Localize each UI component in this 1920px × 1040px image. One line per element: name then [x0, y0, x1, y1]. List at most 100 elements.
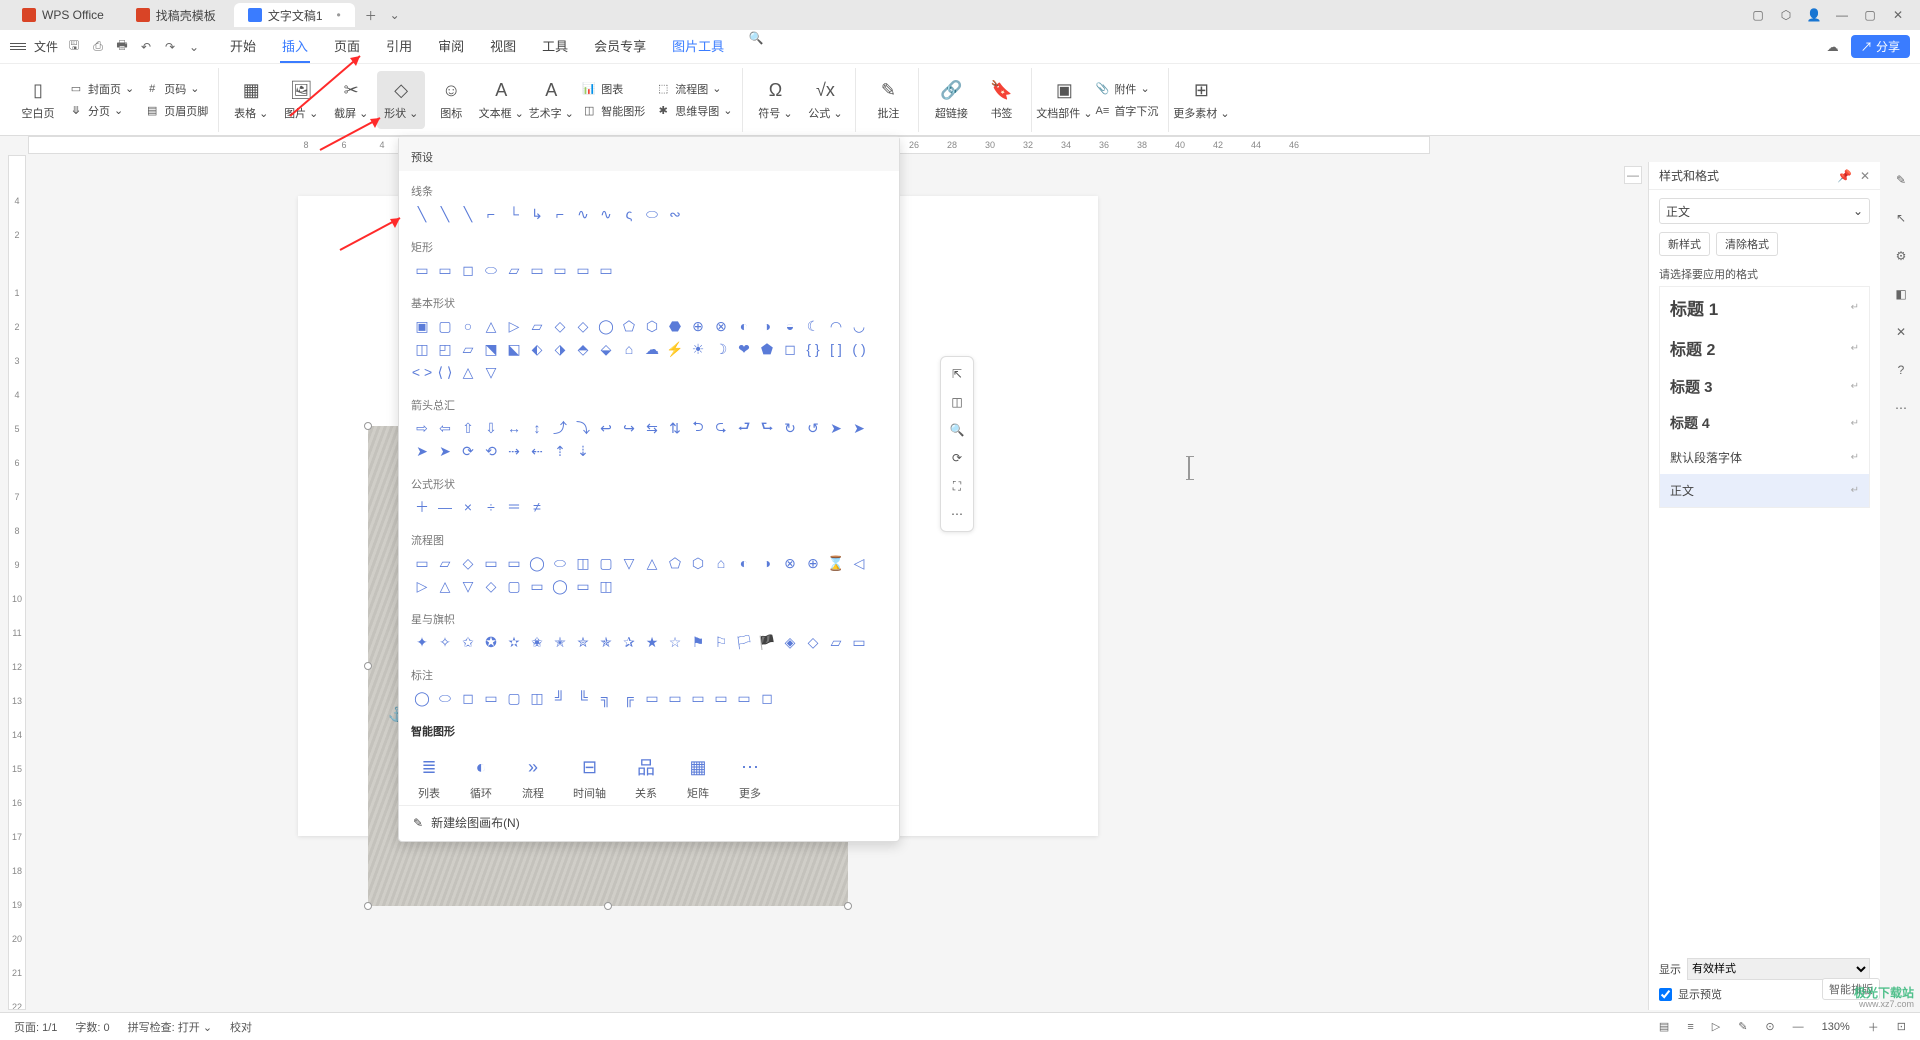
tab-start[interactable]: 开始	[228, 30, 258, 63]
shape-item[interactable]: ◈	[779, 631, 801, 653]
resize-handle[interactable]	[364, 662, 372, 670]
file-menu[interactable]: 文件	[34, 38, 58, 55]
shape-item[interactable]: ⇅	[664, 417, 686, 439]
pencil-tool-icon[interactable]: ✎	[1891, 170, 1911, 190]
zoom-out-button[interactable]: ―	[1793, 1021, 1804, 1033]
document-canvas[interactable]: ⚓ ↲	[28, 156, 1886, 1010]
save-icon[interactable]: 🖫	[66, 39, 82, 55]
shape-item[interactable]: ⇣	[572, 440, 594, 462]
shape-item[interactable]: ◰	[434, 338, 456, 360]
shape-item[interactable]: ⬣	[664, 315, 686, 337]
shape-item[interactable]: ⌛	[825, 552, 847, 574]
shape-item[interactable]: ⊗	[710, 315, 732, 337]
bookmark-button[interactable]: 🔖书签	[977, 71, 1025, 129]
shape-item[interactable]: ✭	[549, 631, 571, 653]
table-button[interactable]: ▦表格 ⌄	[227, 71, 275, 129]
smart-shape-时间轴[interactable]: ⊟时间轴	[573, 755, 606, 801]
current-style-select[interactable]: 正文⌄	[1659, 198, 1870, 224]
shape-item[interactable]: ◻	[457, 259, 479, 281]
shape-item[interactable]: ╝	[549, 687, 571, 709]
shape-item[interactable]: ▭	[503, 552, 525, 574]
smart-shape-列表[interactable]: ≣列表	[417, 755, 441, 801]
shape-item[interactable]: ◯	[411, 687, 433, 709]
shape-item[interactable]: 🏳	[733, 631, 755, 653]
tab-review[interactable]: 审阅	[436, 30, 466, 63]
shape-item[interactable]: ◻	[457, 687, 479, 709]
settings-icon[interactable]: ⚙	[1891, 246, 1911, 266]
shapes-button[interactable]: ◇形状 ⌄	[377, 71, 425, 129]
shape-item[interactable]: ◯	[549, 575, 571, 597]
shape-item[interactable]: ▭	[480, 687, 502, 709]
style-item[interactable]: 标题 1↵	[1660, 287, 1869, 328]
page-number-button[interactable]: #页码 ⌄	[140, 79, 212, 99]
shape-item[interactable]: ↪	[618, 417, 640, 439]
shape-item[interactable]: ▢	[595, 552, 617, 574]
view-print-icon[interactable]: ▤	[1659, 1020, 1669, 1033]
shape-item[interactable]: ◐	[733, 552, 755, 574]
shape-item[interactable]: ○	[457, 315, 479, 337]
icons-button[interactable]: ☺图标	[427, 71, 475, 129]
style-item[interactable]: 标题 2↵	[1660, 328, 1869, 368]
smart-shape-循环[interactable]: ◐循环	[469, 755, 493, 801]
smart-shape-流程[interactable]: »流程	[521, 755, 545, 801]
shape-item[interactable]: ▣	[411, 315, 433, 337]
shape-item[interactable]: ⌐	[549, 203, 571, 225]
smartart-button[interactable]: ◫智能图形	[577, 101, 649, 121]
shape-item[interactable]: ➤	[848, 417, 870, 439]
wordart-button[interactable]: A艺术字 ⌄	[527, 71, 575, 129]
shape-item[interactable]: ▢	[503, 575, 525, 597]
shape-item[interactable]: ⇠	[526, 440, 548, 462]
shape-item[interactable]: △	[641, 552, 663, 574]
tab-menu-button[interactable]: ⌄	[383, 8, 407, 22]
cube-icon[interactable]: ⬡	[1772, 8, 1800, 22]
shape-item[interactable]: ▢	[434, 315, 456, 337]
chart-button[interactable]: 📊图表	[577, 79, 649, 99]
shape-item[interactable]: ⟨ ⟩	[434, 361, 456, 383]
shape-item[interactable]: └	[503, 203, 525, 225]
hyperlink-button[interactable]: 🔗超链接	[927, 71, 975, 129]
shape-item[interactable]: ▽	[618, 552, 640, 574]
shape-item[interactable]: ―	[434, 496, 456, 518]
shape-item[interactable]: ▭	[526, 575, 548, 597]
resize-handle[interactable]	[364, 422, 372, 430]
app-tab[interactable]: WPS Office	[8, 3, 118, 27]
shape-item[interactable]: ⮎	[710, 417, 732, 439]
shape-item[interactable]: ▭	[641, 687, 663, 709]
shape-item[interactable]: ╗	[595, 687, 617, 709]
rotate-icon[interactable]: ⟳	[944, 445, 970, 471]
clear-format-button[interactable]: 清除格式	[1716, 232, 1778, 256]
minimize-button[interactable]: ―	[1828, 8, 1856, 22]
collapse-panel-button[interactable]: ―	[1624, 166, 1642, 184]
shape-item[interactable]: ➤	[825, 417, 847, 439]
new-style-button[interactable]: 新样式	[1659, 232, 1710, 256]
word-count[interactable]: 字数: 0	[75, 1019, 109, 1035]
hamburger-icon[interactable]	[10, 43, 26, 50]
shape-item[interactable]: ⚐	[710, 631, 732, 653]
shape-item[interactable]: ◑	[756, 315, 778, 337]
shape-item[interactable]: ▱	[434, 552, 456, 574]
zoom-icon[interactable]: 🔍	[944, 417, 970, 443]
shape-item[interactable]: { }	[802, 338, 824, 360]
layers-icon[interactable]: ◧	[1891, 284, 1911, 304]
tools-icon[interactable]: ✕	[1891, 322, 1911, 342]
shape-item[interactable]: ◇	[549, 315, 571, 337]
shape-item[interactable]: ⌂	[710, 552, 732, 574]
shape-item[interactable]: ✪	[480, 631, 502, 653]
shape-item[interactable]: ς	[618, 203, 640, 225]
undo-icon[interactable]: ↶	[138, 39, 154, 55]
shape-item[interactable]: ╔	[618, 687, 640, 709]
shape-item[interactable]: ⤴	[549, 417, 571, 439]
shape-item[interactable]: ▽	[480, 361, 502, 383]
more-assets-button[interactable]: ⊞更多素材 ⌄	[1177, 71, 1225, 129]
spellcheck-status[interactable]: 拼写检查: 打开 ⌄	[128, 1019, 212, 1035]
shape-item[interactable]: ÷	[480, 496, 502, 518]
page-status[interactable]: 页面: 1/1	[14, 1019, 57, 1035]
new-canvas-button[interactable]: ✎ 新建绘图画布(N)	[399, 805, 899, 833]
view-outline-icon[interactable]: ≡	[1687, 1021, 1693, 1033]
shape-item[interactable]: ◒	[779, 315, 801, 337]
textbox-button[interactable]: A文本框 ⌄	[477, 71, 525, 129]
shape-item[interactable]: ▭	[733, 687, 755, 709]
shape-item[interactable]: △	[434, 575, 456, 597]
shape-item[interactable]: ⮐	[733, 417, 755, 439]
shape-item[interactable]: ◯	[526, 552, 548, 574]
